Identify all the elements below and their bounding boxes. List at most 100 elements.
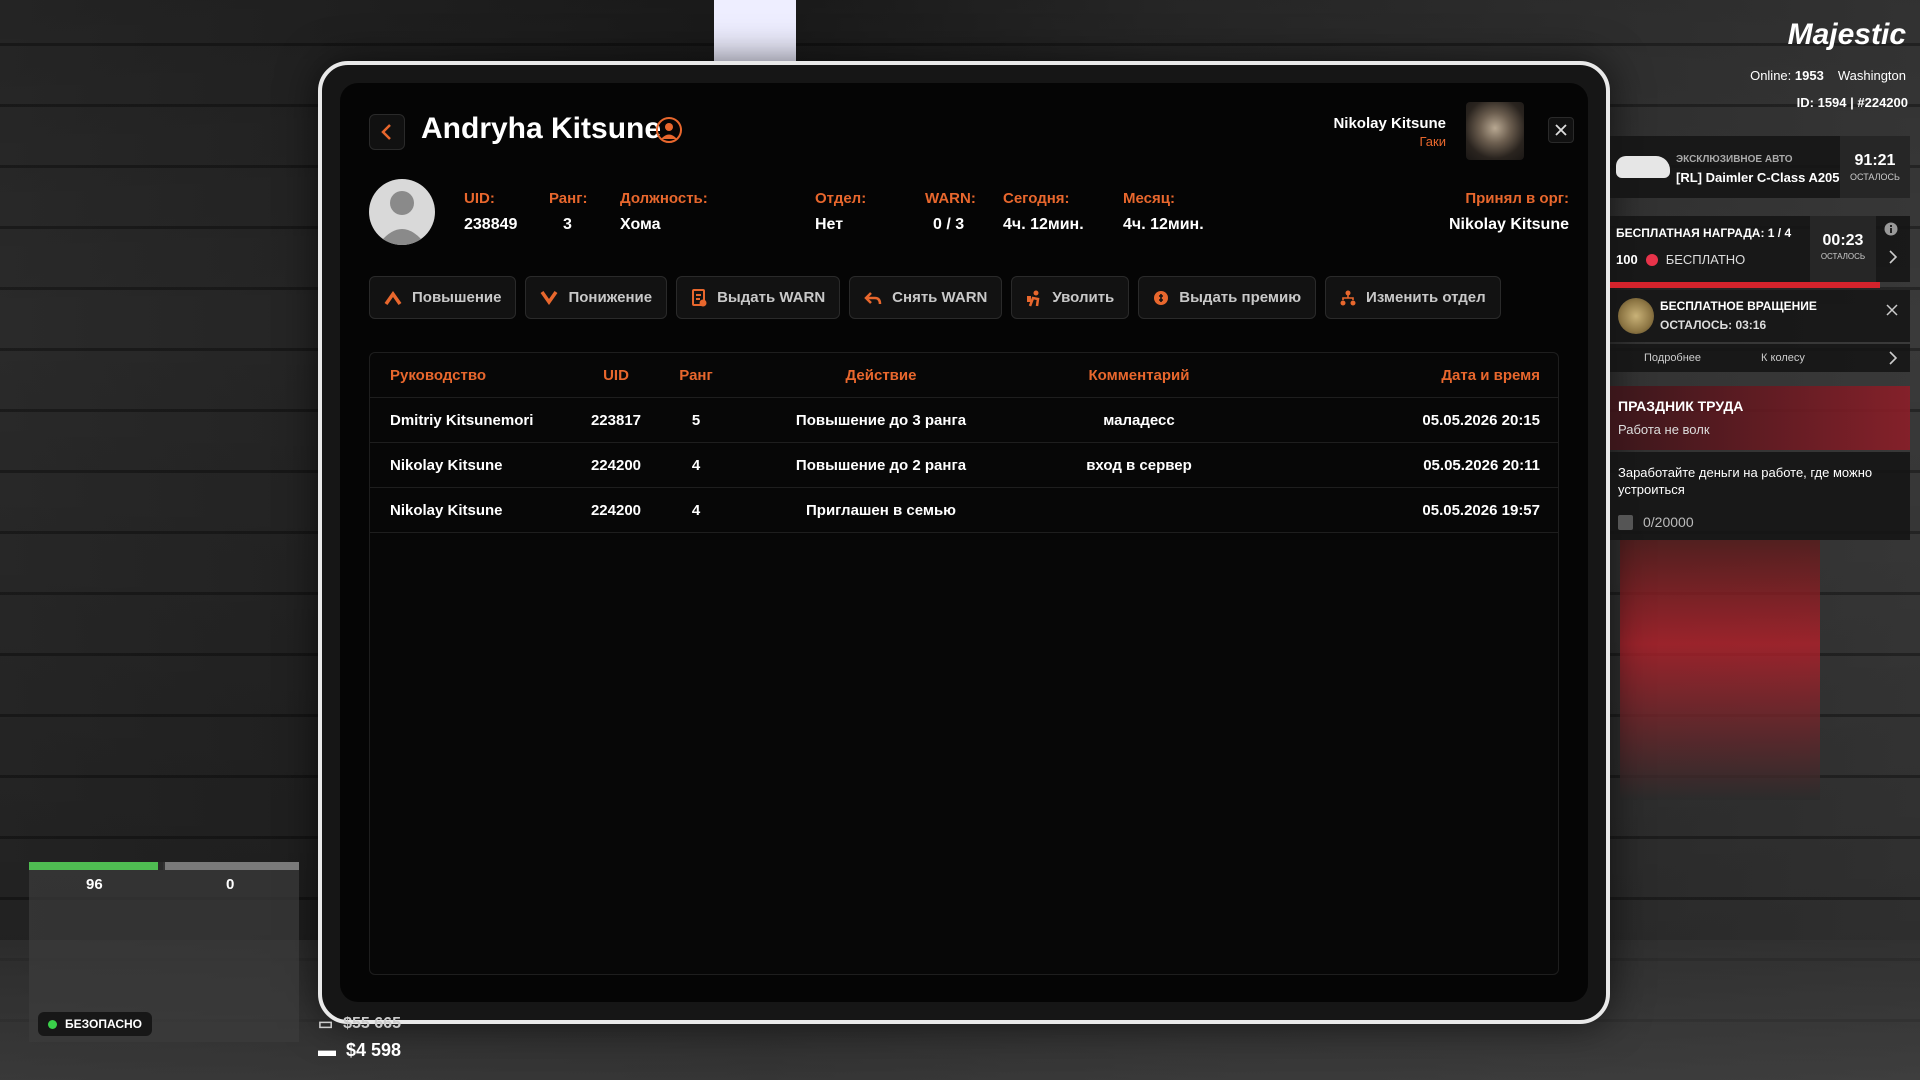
person-icon [656, 117, 682, 143]
reward-coin-icon [1645, 253, 1658, 266]
cell-datetime: 05.05.2026 20:11 [1423, 456, 1540, 474]
bank-amount: $55 665 [343, 1015, 401, 1032]
cell-comment: вход в сервер [1086, 456, 1192, 474]
member-profile-screen: Andryha Kitsune Nikolay Kitsune Гаки UID… [340, 83, 1588, 1002]
close-button[interactable] [1548, 117, 1574, 143]
info-label: Должность: [620, 190, 708, 207]
promote-button[interactable]: Повышение [369, 276, 517, 319]
reward-timer-label: ОСТАЛОСЬ [1820, 252, 1866, 261]
task-panel: Заработайте деньги на работе, где можно … [1610, 452, 1910, 540]
info-label: Принял в орг: [1465, 190, 1569, 207]
health-value: 96 [86, 876, 103, 893]
table-row: Dmitriy Kitsunemori 223817 5 Повышение д… [370, 398, 1558, 443]
background-light [714, 0, 796, 62]
info-warn: WARN: 0 / 3 [925, 190, 976, 234]
info-rank: Ранг: 3 [549, 190, 587, 234]
info-month: Месяц: 4ч. 12мин. [1123, 190, 1204, 234]
info-value: Nikolay Kitsune [1448, 216, 1569, 233]
spin-left: ОСТАЛОСЬ: 03:16 [1660, 318, 1767, 332]
chevron-right-icon[interactable] [1888, 351, 1898, 365]
info-label: Месяц: [1123, 190, 1175, 207]
health-bar-fill [29, 862, 158, 870]
cell-rank: 4 [691, 501, 701, 519]
player-id: ID: 1594 | #224200 [1796, 95, 1908, 110]
info-label: Сегодня: [1003, 190, 1070, 207]
event-panel[interactable]: ПРАЗДНИК ТРУДА Работа не волк [1610, 386, 1910, 450]
spin-title: БЕСПЛАТНОЕ ВРАЩЕНИЕ [1660, 299, 1817, 313]
cell-action: Повышение до 2 ранга [795, 456, 967, 474]
cell-uid: 224200 [590, 456, 642, 474]
task-text: Заработайте деньги на работе, где можно … [1618, 465, 1873, 497]
remove-warn-button[interactable]: Снять WARN [849, 276, 1003, 319]
fire-person-icon [1027, 290, 1040, 306]
info-value: Хома [620, 216, 661, 233]
cell-rank: 4 [691, 456, 701, 474]
info-label: WARN: [925, 190, 976, 207]
spin-wheel-link[interactable]: К колесу [1761, 352, 1805, 364]
free-reward-panel[interactable]: БЕСПЛАТНАЯ НАГРАДА: 1 / 4 100 БЕСПЛАТНО … [1610, 216, 1910, 282]
chevron-right-icon[interactable] [1888, 250, 1898, 264]
online-status: Online: 1953 Washington [1750, 68, 1906, 83]
health-bar [29, 862, 163, 870]
armor-bar [165, 862, 299, 870]
hierarchy-icon [1340, 290, 1356, 305]
car-tag: ЭКСКЛЮЗИВНОЕ АВТО [1676, 154, 1793, 165]
demote-label: Понижение [568, 289, 653, 306]
cell-manager: Nikolay Kitsune [390, 456, 503, 474]
event-title: ПРАЗДНИК ТРУДА [1618, 398, 1744, 414]
info-value: 0 / 3 [933, 216, 965, 233]
car-timer-label: ОСТАЛОСЬ [1850, 172, 1900, 182]
fire-label: Уволить [1052, 289, 1115, 306]
demote-button[interactable]: Понижение [525, 276, 668, 319]
coin-icon [1154, 290, 1169, 305]
fire-button[interactable]: Уволить [1011, 276, 1130, 319]
spin-links: Подробнее К колесу [1610, 344, 1910, 372]
avatar [369, 179, 435, 245]
wheel-icon [1618, 298, 1654, 334]
server-name: Washington [1837, 68, 1906, 83]
cell-action: Повышение до 3 ранга [795, 411, 967, 429]
give-bonus-button[interactable]: Выдать премию [1138, 276, 1317, 319]
info-icon[interactable] [1884, 222, 1898, 236]
online-count: Online: 1953 [1750, 68, 1824, 83]
car-timer-value: 91:21 [1854, 152, 1896, 169]
close-icon[interactable] [1886, 304, 1898, 316]
back-button[interactable] [369, 114, 405, 150]
org-logo [1466, 102, 1524, 160]
table-row: Nikolay Kitsune 224200 4 Повышение до 2 … [370, 443, 1558, 488]
change-department-button[interactable]: Изменить отдел [1325, 276, 1501, 319]
safe-dot-icon [48, 1019, 57, 1029]
chevron-up-icon [384, 290, 402, 305]
reward-progress-bar [1610, 282, 1880, 288]
task-checkbox [1618, 514, 1633, 530]
reward-timer: 00:23 ОСТАЛОСЬ [1810, 216, 1876, 282]
give-bonus-label: Выдать премию [1179, 289, 1302, 306]
give-warn-label: Выдать WARN [717, 289, 826, 306]
info-value: 3 [563, 216, 572, 233]
viewer-name: Nikolay Kitsune [1333, 115, 1446, 132]
game-logo: Majestic [1787, 18, 1906, 51]
background-shop [1620, 540, 1820, 800]
give-warn-button[interactable]: Выдать WARN [676, 276, 841, 319]
info-uid: UID: 238849 [464, 190, 517, 234]
safe-zone-badge: БЕЗОПАСНО [38, 1012, 152, 1036]
armor-value: 0 [226, 876, 235, 893]
cell-uid: 223817 [590, 411, 642, 429]
col-datetime: Дата и время [1441, 366, 1540, 384]
info-recruited-by: Принял в орг: Nikolay Kitsune [1449, 190, 1569, 234]
spin-more-link[interactable]: Подробнее [1644, 352, 1701, 364]
chevron-left-icon [381, 124, 391, 140]
exclusive-car-panel[interactable]: ЭКСКЛЮЗИВНОЕ АВТО [RL] Daimler C-Class A… [1610, 136, 1910, 198]
online-label: Online: [1750, 68, 1792, 83]
info-position: Должность: Хома [620, 190, 708, 234]
viewer-info: Nikolay Kitsune Гаки [1333, 115, 1446, 149]
event-subtitle: Работа не волк [1618, 422, 1710, 437]
table-row: Nikolay Kitsune 224200 4 Приглашен в сем… [370, 488, 1558, 533]
col-uid: UID [603, 366, 629, 384]
free-spin-panel[interactable]: БЕСПЛАТНОЕ ВРАЩЕНИЕ ОСТАЛОСЬ: 03:16 [1610, 290, 1910, 342]
col-action: Действие [845, 366, 917, 384]
reward-free: БЕСПЛАТНО [1665, 252, 1746, 267]
reward-timer-value: 00:23 [1822, 232, 1864, 249]
cash-balance: ▬ $4 598 [318, 1040, 401, 1061]
cell-comment: маладесс [1103, 411, 1175, 429]
